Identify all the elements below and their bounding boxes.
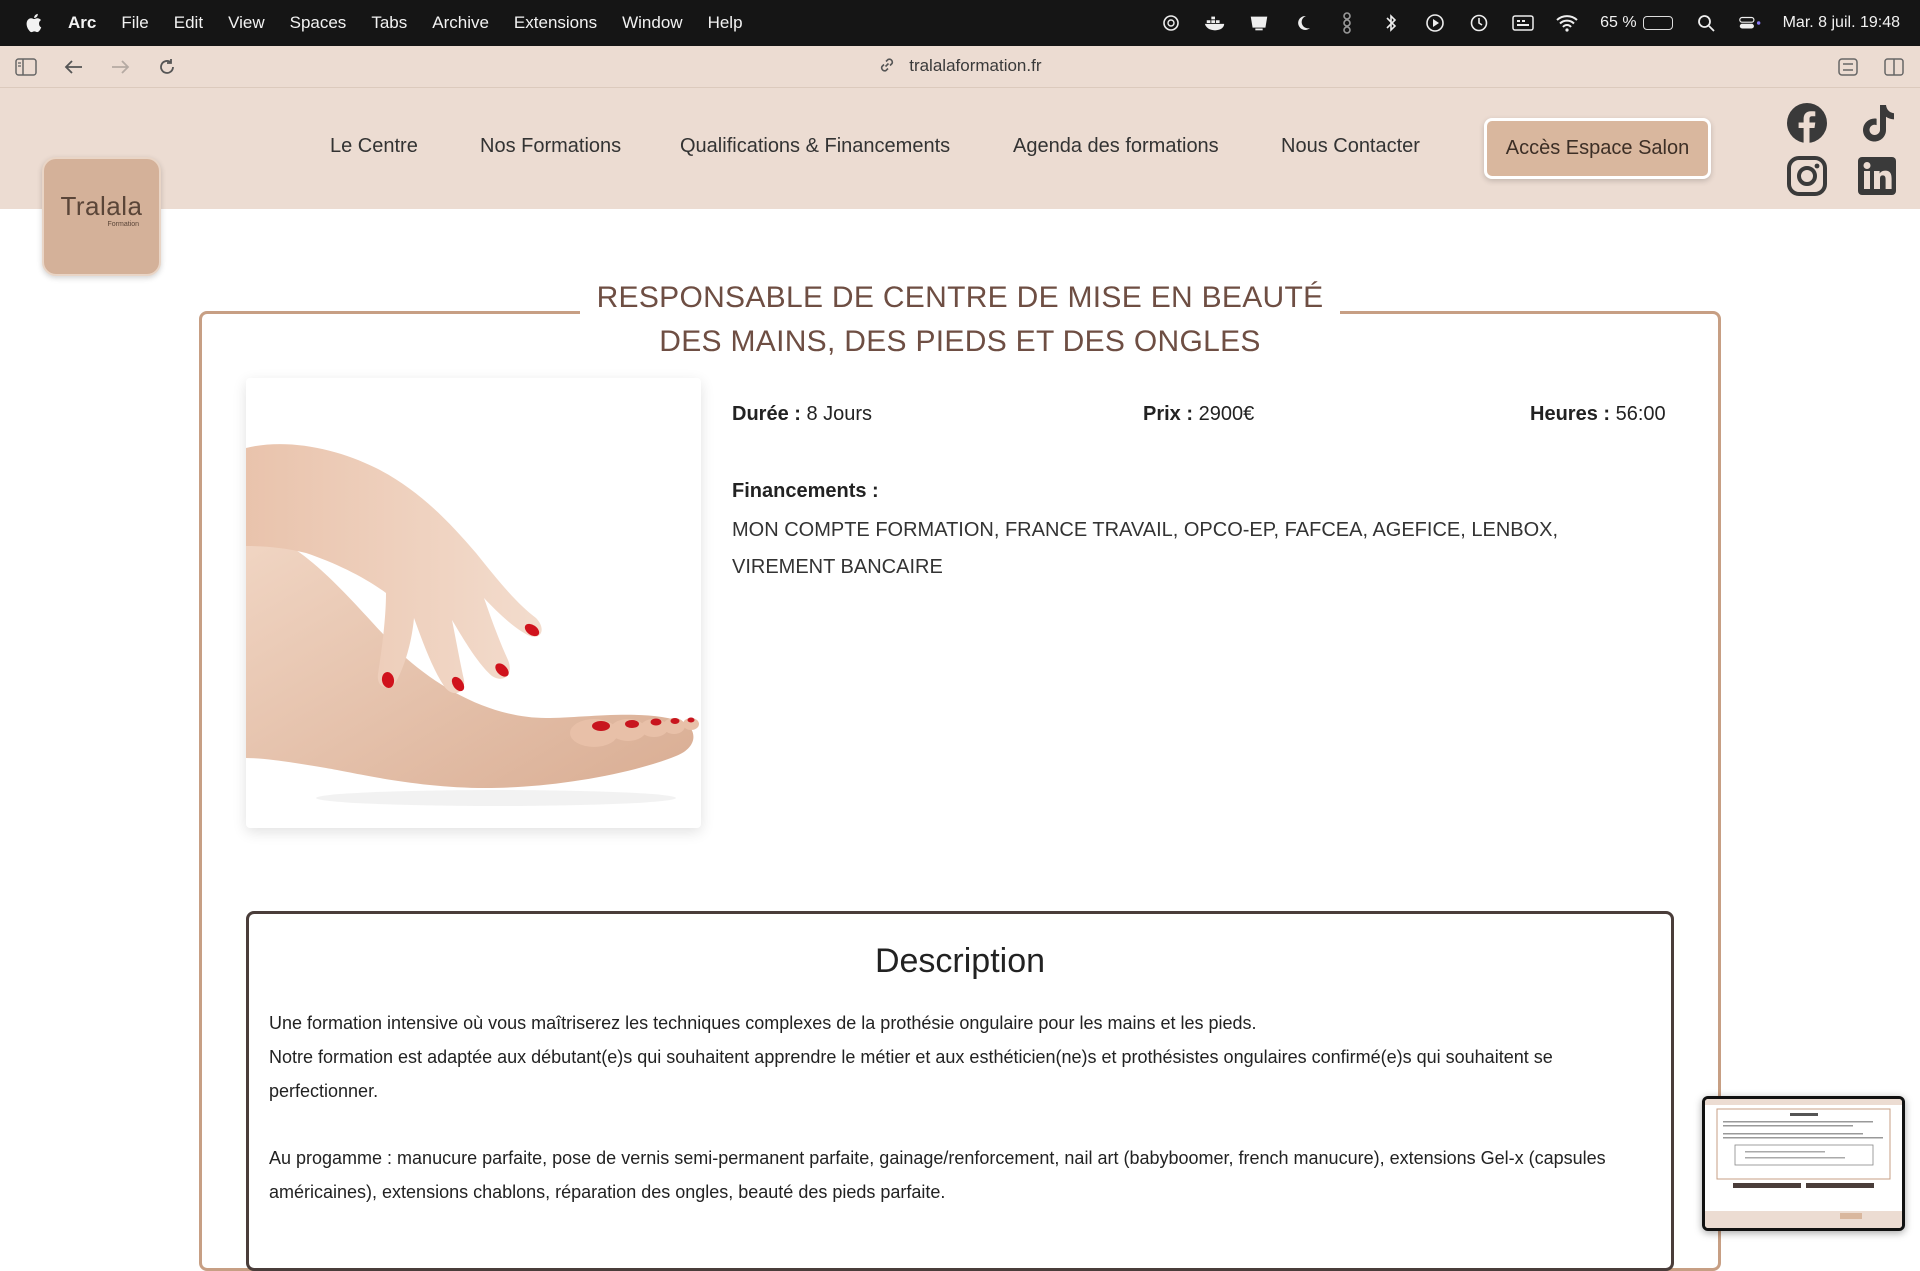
course-price: Prix : 2900€	[1143, 403, 1254, 426]
description-paragraph-1-line-1: Une formation intensive où vous maîtrise…	[269, 1013, 1257, 1033]
duration-label: Durée :	[732, 403, 801, 425]
nav-nous-contacter[interactable]: Nous Contacter	[1281, 135, 1420, 158]
course-title-line1: RESPONSABLE DE CENTRE DE MISE EN BEAUTÉ	[596, 281, 1324, 314]
time-machine-icon[interactable]	[1468, 13, 1490, 33]
hours-label: Heures :	[1530, 403, 1611, 425]
description-body: Une formation intensive où vous maîtrise…	[269, 1006, 1659, 1242]
menu-tabs[interactable]: Tabs	[371, 13, 407, 33]
menu-app-name[interactable]: Arc	[68, 13, 96, 33]
nav-qualifications-financements[interactable]: Qualifications & Financements	[680, 135, 950, 158]
nav-nos-formations[interactable]: Nos Formations	[480, 135, 621, 158]
moon-icon[interactable]	[1292, 13, 1314, 33]
description-paragraph-1-line-2: Notre formation est adaptée aux débutant…	[269, 1047, 1553, 1101]
battery-icon	[1642, 16, 1673, 30]
course-duration: Durée : 8 Jours	[732, 403, 872, 426]
site-logo[interactable]: Tralala Formation	[42, 157, 161, 276]
address-bar[interactable]: tralalaformation.fr	[0, 56, 1920, 79]
accessibility-icon[interactable]	[1336, 12, 1358, 34]
menu-spaces[interactable]: Spaces	[290, 13, 347, 33]
menu-extensions[interactable]: Extensions	[514, 13, 597, 33]
menu-view[interactable]: View	[228, 13, 265, 33]
keyboard-icon[interactable]	[1512, 13, 1534, 33]
menu-help[interactable]: Help	[708, 13, 743, 33]
facebook-icon[interactable]	[1786, 102, 1828, 144]
tiktok-icon[interactable]	[1856, 102, 1898, 144]
browser-toolbar: tralalaformation.fr	[0, 46, 1920, 88]
link-icon	[878, 56, 896, 79]
display-icon[interactable]	[1248, 13, 1270, 33]
menubar-datetime[interactable]: Mar. 8 juil. 19:48	[1783, 14, 1900, 32]
search-icon[interactable]	[1695, 13, 1717, 33]
hand-on-foot-illustration	[246, 444, 699, 806]
battery-indicator[interactable]: 65 %	[1600, 14, 1673, 32]
course-photo	[246, 378, 701, 828]
play-icon[interactable]	[1424, 13, 1446, 33]
bluetooth-icon[interactable]	[1380, 13, 1402, 33]
macos-menubar: Arc File Edit View Spaces Tabs Archive E…	[0, 0, 1920, 46]
menu-file[interactable]: File	[121, 13, 148, 33]
split-view-icon[interactable]	[1882, 56, 1906, 78]
financing-options: MON COMPTE FORMATION, FRANCE TRAVAIL, OP…	[732, 519, 1559, 578]
openai-icon[interactable]	[1160, 13, 1182, 33]
hours-value: 56:00	[1615, 403, 1666, 425]
instagram-icon[interactable]	[1786, 155, 1828, 197]
nav-agenda-formations[interactable]: Agenda des formations	[1013, 135, 1219, 158]
acces-espace-salon-button[interactable]: Accès Espace Salon	[1484, 118, 1711, 179]
site-controls-icon[interactable]	[1836, 56, 1860, 78]
url-text: tralalaformation.fr	[909, 56, 1042, 75]
wifi-icon[interactable]	[1556, 13, 1578, 33]
price-label: Prix :	[1143, 403, 1194, 425]
description-title: Description	[874, 942, 1046, 980]
financing-label: Financements :	[732, 480, 879, 502]
menu-archive[interactable]: Archive	[432, 13, 489, 33]
control-center-icon[interactable]	[1738, 13, 1761, 33]
description-paragraph-2: Au progamme : manucure parfaite, pose de…	[269, 1148, 1606, 1202]
course-hours: Heures : 56:00	[1530, 403, 1666, 426]
menu-window[interactable]: Window	[622, 13, 682, 33]
duration-value: 8 Jours	[806, 403, 873, 425]
page-preview-thumbnail[interactable]	[1702, 1096, 1905, 1231]
logo-subtext: Formation	[107, 221, 139, 228]
logo-text: Tralala	[60, 191, 143, 221]
description-box: Description Une formation intensive où v…	[246, 911, 1674, 1271]
course-title-line2: DES MAINS, DES PIEDS ET DES ONGLES	[659, 325, 1261, 358]
linkedin-icon[interactable]	[1856, 155, 1898, 197]
nav-le-centre[interactable]: Le Centre	[330, 135, 418, 158]
apple-icon[interactable]	[24, 12, 46, 34]
menu-edit[interactable]: Edit	[174, 13, 203, 33]
battery-percent: 65 %	[1600, 14, 1637, 31]
course-title: RESPONSABLE DE CENTRE DE MISE EN BEAUTÉ …	[560, 276, 1360, 364]
price-value: 2900€	[1198, 403, 1255, 425]
docker-icon[interactable]	[1204, 13, 1226, 33]
